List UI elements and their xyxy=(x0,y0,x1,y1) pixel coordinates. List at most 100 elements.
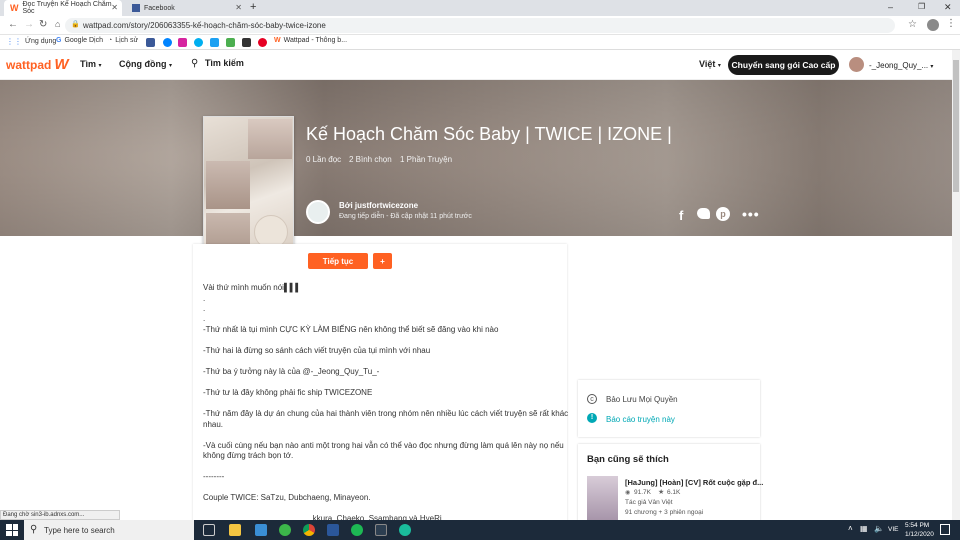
search-button[interactable]: ⚲ Tìm kiếm xyxy=(191,58,244,69)
wattpad-logo[interactable]: wattpad W xyxy=(6,56,69,73)
pinterest-share-icon[interactable]: p xyxy=(716,207,730,221)
description-line: -Thứ hai là đừng so sánh cách viết truyệ… xyxy=(203,346,431,355)
bookmark-apps[interactable]: ⋮⋮ Ứng dụng xyxy=(6,37,56,46)
browse-menu[interactable]: Tìm ▾ xyxy=(80,59,102,69)
profile-avatar-icon[interactable] xyxy=(927,19,939,31)
copyright-icon: c xyxy=(587,394,597,404)
search-icon: ⚲ xyxy=(30,524,38,535)
browser-menu-icon[interactable]: ⋮ xyxy=(946,18,956,29)
more-options-icon[interactable]: ••• xyxy=(742,206,760,222)
twitter-bookmark-icon[interactable] xyxy=(210,38,219,47)
search-label: Tìm kiếm xyxy=(204,58,244,68)
chevron-down-icon: ▾ xyxy=(930,64,934,70)
facebook-favicon-icon xyxy=(132,4,140,12)
network-icon[interactable]: ▦ xyxy=(860,524,868,533)
wattpad-favicon-icon: W xyxy=(10,3,19,13)
back-arrow-icon[interactable]: ← xyxy=(8,19,18,30)
teal-app-icon[interactable] xyxy=(399,524,411,536)
logo-text: wattpad xyxy=(6,57,52,72)
description-line: không đừng trách bọn tớ. xyxy=(203,451,294,460)
bookmarks-bar: ⋮⋮ Ứng dụng G Google Dịch ◔ Lịch sử W Wa… xyxy=(0,35,960,50)
restore-window-icon[interactable]: ❐ xyxy=(918,2,925,11)
community-menu[interactable]: Cộng đồng ▾ xyxy=(119,59,172,69)
report-flag-icon: ! xyxy=(587,413,597,423)
notifications-icon[interactable] xyxy=(940,524,950,535)
votes-count: 2 Bình chọn xyxy=(349,155,392,164)
premium-button[interactable]: Chuyển sang gói Cao cấp xyxy=(728,55,839,75)
recommended-story-title[interactable]: [HaJung] [Hoàn] [CV] Rốt cuộc gặp đ... xyxy=(625,478,763,487)
close-tab-icon[interactable]: ✕ xyxy=(235,3,242,12)
bookmark-history[interactable]: ◔ Lịch sử xyxy=(108,37,138,44)
media-app-icon[interactable] xyxy=(375,524,387,536)
recommended-parts: 91 chương + 3 phiên ngoại xyxy=(625,509,704,516)
username-label: -_Jeong_Quy_... xyxy=(869,61,929,70)
apps-grid-icon: ⋮⋮ xyxy=(6,37,22,46)
cover-photo-group xyxy=(248,119,292,159)
report-story-link[interactable]: Báo cáo truyện này xyxy=(606,415,675,424)
facebook-share-icon[interactable]: f xyxy=(679,208,683,223)
close-tab-icon[interactable]: ✕ xyxy=(111,3,118,12)
recommendations-title: Bạn cũng sẽ thích xyxy=(587,454,669,465)
instagram-bookmark-icon[interactable] xyxy=(178,38,187,47)
reload-icon[interactable]: ↻ xyxy=(39,19,47,30)
add-to-library-button[interactable]: + xyxy=(373,253,392,269)
tab-facebook[interactable]: Facebook ✕ xyxy=(126,0,246,16)
system-tray-chevron-icon[interactable]: ˄ xyxy=(848,524,853,533)
reads-count: 0 Lần đọc xyxy=(306,155,342,164)
messenger-bookmark-icon[interactable] xyxy=(163,38,172,47)
task-view-icon[interactable] xyxy=(203,524,215,536)
home-icon[interactable]: ⌂ xyxy=(55,19,60,29)
address-bar[interactable]: 🔒 wattpad.com/story/206063355-kế-hoạch-c… xyxy=(65,18,895,33)
green-app-bookmark-icon[interactable] xyxy=(226,38,235,47)
taskbar-search-box[interactable]: ⚲ Type here to search xyxy=(24,520,194,540)
continue-reading-button[interactable]: Tiếp tục xyxy=(308,253,368,269)
new-tab-button[interactable]: + xyxy=(250,1,256,13)
minimize-window-icon[interactable]: – xyxy=(888,2,893,12)
chevron-down-icon: ▾ xyxy=(169,63,173,69)
green-app-icon[interactable] xyxy=(279,524,291,536)
browser-toolbar: ← → ↻ ⌂ 🔒 wattpad.com/story/206063355-kế… xyxy=(0,16,960,35)
story-banner xyxy=(0,80,952,236)
volume-icon[interactable]: 🔈 xyxy=(874,524,884,533)
wattpad-w-icon: W xyxy=(54,56,69,73)
author-name[interactable]: Bởi justfortwicezone xyxy=(339,201,418,210)
spotify-icon[interactable] xyxy=(351,524,363,536)
tab-wattpad[interactable]: W Đọc Truyện Kế Hoạch Chăm Sóc ✕ xyxy=(4,0,122,16)
user-menu[interactable]: -_Jeong_Quy_... ▾ xyxy=(869,61,933,70)
copyright-card: c Bảo Lưu Mọi Quyền ! Báo cáo truyện này xyxy=(578,380,760,437)
browse-label: Tìm xyxy=(80,59,97,69)
user-avatar[interactable] xyxy=(849,57,864,72)
chevron-down-icon: ▾ xyxy=(98,63,102,69)
close-window-icon[interactable]: ✕ xyxy=(944,2,952,13)
story-status: Đang tiếp diễn - Đã cập nhật 11 phút trư… xyxy=(339,213,472,220)
scrollbar-thumb[interactable] xyxy=(953,60,959,192)
recommended-story-cover[interactable] xyxy=(587,476,618,522)
skype-bookmark-icon[interactable] xyxy=(194,38,203,47)
facebook-bookmark-icon[interactable] xyxy=(146,38,155,47)
chrome-icon[interactable] xyxy=(303,524,315,536)
description-line: Couple TWICE: SaTzu, Dubchaeng, Minayeon… xyxy=(203,493,371,502)
description-line: -Thứ ba ý tưởng này là của @-_Jeong_Quy_… xyxy=(203,367,380,376)
language-indicator[interactable]: VIE xyxy=(888,526,898,533)
story-title: Kế Hoạch Chăm Sóc Baby | TWICE | IZONE | xyxy=(306,124,672,144)
language-menu[interactable]: Việt ▾ xyxy=(699,59,721,69)
pinterest-bookmark-icon[interactable] xyxy=(258,38,267,47)
twitter-share-icon[interactable] xyxy=(697,208,710,219)
story-cover-image[interactable] xyxy=(203,116,294,257)
recommended-reads: 91.7K xyxy=(634,489,651,496)
bookmark-star-icon[interactable]: ☆ xyxy=(908,19,917,30)
description-line: -Thứ năm đây là dự án chung của hai thàn… xyxy=(203,409,569,418)
clock-date[interactable]: 1/12/2020 xyxy=(905,531,934,538)
bookmark-wattpad[interactable]: W Wattpad - Thông b... xyxy=(274,37,347,44)
bookmark-google-translate[interactable]: G Google Dịch xyxy=(56,37,103,44)
forward-arrow-icon[interactable]: → xyxy=(24,19,34,30)
file-explorer-icon[interactable] xyxy=(229,524,241,536)
word-icon[interactable] xyxy=(327,524,339,536)
banner-shade xyxy=(0,80,952,236)
star-icon: ★ xyxy=(658,489,665,496)
dark-app-bookmark-icon[interactable] xyxy=(242,38,251,47)
windows-start-icon[interactable] xyxy=(6,524,18,536)
author-avatar[interactable] xyxy=(306,200,330,224)
clock-time[interactable]: 5:54 PM xyxy=(905,522,929,529)
store-icon[interactable] xyxy=(255,524,267,536)
